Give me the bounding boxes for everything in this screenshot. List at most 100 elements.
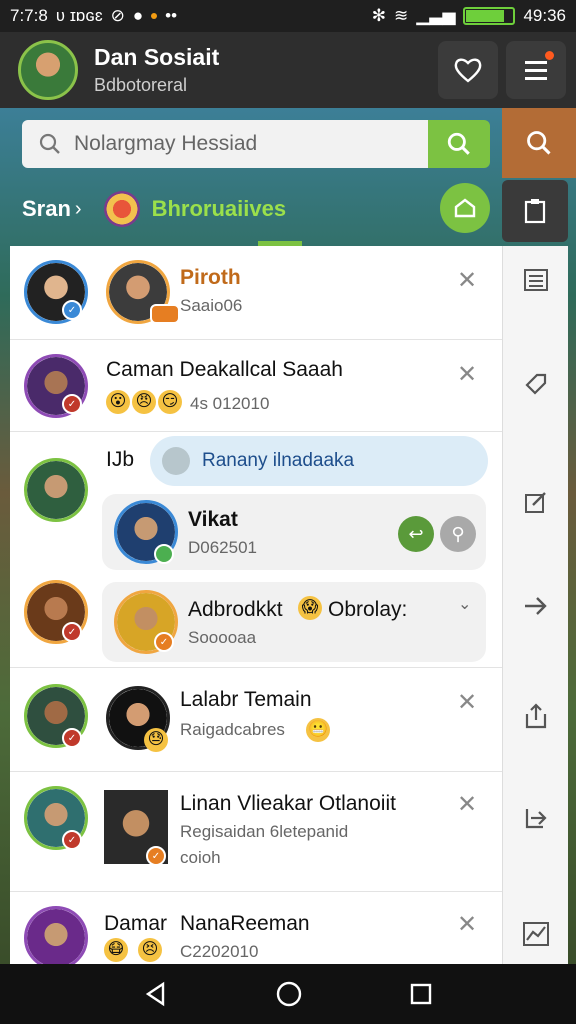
rail-share-button[interactable] [503, 696, 569, 736]
status-badge [154, 544, 174, 564]
edit-icon [525, 492, 546, 513]
contact-name: Linan Vlieakar Otlanoiit [180, 792, 396, 815]
nested-thread[interactable]: ✓ Adbrodkkt 😱 Obrolay: Sooooaa ⌄ [102, 582, 486, 662]
contact-subtitle-2: coioh [180, 848, 221, 867]
emoji-icon: 😏 [158, 390, 182, 414]
status-clock-icon: ⊘ [110, 6, 125, 25]
notification-dot [545, 51, 554, 60]
rail-tag-button[interactable] [503, 364, 569, 404]
emoji-icon: 😣 [138, 938, 162, 962]
reply-button[interactable]: ↩ [398, 516, 434, 552]
profile-text: Dan Sosiait Bdbotoreral [94, 44, 219, 96]
emoji-icon: 😠 [132, 390, 156, 414]
status-time: 7:7:8 [10, 6, 48, 25]
filter-title[interactable]: Bhroruaiives [152, 196, 287, 222]
close-icon[interactable]: ✕ [456, 793, 478, 817]
category-emoji-icon [103, 191, 140, 227]
list-item[interactable]: ✓ ✓ Linan Vlieakar Otlanoiit Regisaidan … [10, 772, 502, 892]
share-icon [525, 703, 547, 729]
profile-subtitle: Bdbotoreral [94, 75, 188, 95]
contact-name: IJb [106, 448, 135, 471]
rail-list-button[interactable] [503, 260, 569, 300]
nested-thread[interactable]: Vikat D062501 ↩ ⚲ [102, 494, 486, 570]
emoji-icon: 😱 [298, 596, 322, 620]
status-badge: ✓ [154, 632, 174, 652]
emoji-icon: 😮 [106, 390, 130, 414]
contact-name: Adbrodkkt [188, 598, 283, 621]
chevron-down-icon[interactable]: ⌄ [458, 594, 471, 614]
filter-row: Sran › Bhroruaiives [22, 186, 286, 232]
emoji-icon: 😬 [306, 718, 330, 742]
home-nav-icon[interactable] [275, 980, 303, 1008]
close-icon[interactable]: ✕ [456, 269, 478, 293]
attach-button[interactable]: ⚲ [440, 516, 476, 552]
contact-name-extra: Obrolay: [328, 598, 408, 621]
status-badge: ✓ [62, 728, 82, 748]
back-icon[interactable] [143, 981, 169, 1007]
rail-edit-button[interactable] [503, 482, 569, 522]
avatar [24, 906, 88, 964]
recents-icon[interactable] [409, 982, 433, 1006]
export-icon [525, 809, 547, 829]
status-badge: ✓ [62, 830, 82, 850]
close-icon[interactable]: ✕ [456, 363, 478, 387]
heart-icon [454, 58, 482, 83]
rail-chart-button[interactable] [503, 914, 569, 954]
list-icon [524, 269, 548, 291]
close-icon[interactable]: ✕ [456, 691, 478, 715]
contact-name: Caman Deakallcal Saaah [106, 358, 343, 381]
bluetooth-icon: ✻ [371, 6, 386, 25]
close-icon[interactable]: ✕ [456, 913, 478, 937]
chevron-right-icon: › [74, 197, 82, 220]
status-app-icon: ● [132, 6, 144, 25]
home-icon [454, 198, 476, 218]
rail-export-button[interactable] [503, 798, 569, 838]
app-header: Dan Sosiait Bdbotoreral [0, 32, 576, 108]
contact-subtitle: Saaio06 [180, 296, 243, 315]
contact-subtitle: 4s 012010 [190, 394, 270, 413]
search-button[interactable] [428, 120, 490, 168]
list-item[interactable]: ✓ Caman Deakallcal Saaah 😮 😠 😏 4s 012010… [10, 340, 502, 432]
list-item[interactable]: IJb Ranany ilnadaaka Vikat D062501 ↩ ⚲ ✓… [10, 432, 502, 668]
search-icon [447, 132, 470, 155]
search-icon [39, 133, 60, 154]
avatar [24, 458, 88, 522]
contact-subtitle: Raigadcabres [180, 720, 285, 739]
profile-name: Dan Sosiait [94, 44, 220, 70]
wifi-icon: ≋ [393, 6, 409, 25]
list-item[interactable]: ✓ Piroth Saaio06 ✕ [10, 246, 502, 340]
right-rail [502, 246, 568, 964]
home-button[interactable] [440, 183, 490, 233]
contact-name-extra: NanaReeman [180, 912, 310, 935]
message-bubble[interactable]: Ranany ilnadaaka [150, 436, 488, 486]
emoji-icon: 😓 [144, 728, 168, 752]
profile-avatar[interactable] [18, 40, 78, 100]
contact-name: Damar [104, 912, 168, 935]
reaction-emojis: 😮 😠 😏 [106, 390, 182, 414]
clipboard-icon [524, 199, 546, 224]
status-badge: ✓ [62, 622, 82, 642]
search-icon [527, 131, 551, 155]
battery-fill [466, 10, 505, 22]
rail-search-button[interactable] [502, 108, 576, 178]
heart-button[interactable] [438, 41, 498, 99]
contact-subtitle: D062501 [188, 538, 258, 557]
arrow-right-icon [525, 597, 547, 615]
list-item[interactable]: Damar NanaReeman 😷 😣 C2202010 ✕ [10, 892, 502, 964]
battery-icon [463, 7, 516, 25]
contact-name: Vikat [188, 508, 238, 531]
status-carrier: ʋ ɪɒɢɛ [55, 6, 103, 25]
status-more-icon: •• [165, 6, 178, 25]
rail-forward-button[interactable] [503, 586, 569, 626]
status-badge [150, 304, 180, 324]
contact-name: Lalabr Temain [180, 688, 312, 711]
chart-icon [523, 922, 549, 946]
status-badge: ✓ [146, 846, 166, 866]
signal-icon: ▁▃▅ [416, 6, 456, 25]
verified-badge-icon: ✓ [62, 300, 82, 320]
menu-button[interactable] [506, 41, 566, 99]
rail-clipboard-button[interactable] [502, 180, 568, 242]
list-item[interactable]: ✓ 😓 Lalabr Temain Raigadcabres 😬 ✕ [10, 670, 502, 772]
filter-label[interactable]: Sran [22, 196, 71, 222]
search-input[interactable]: Nolargmay Hessiad [22, 120, 428, 168]
